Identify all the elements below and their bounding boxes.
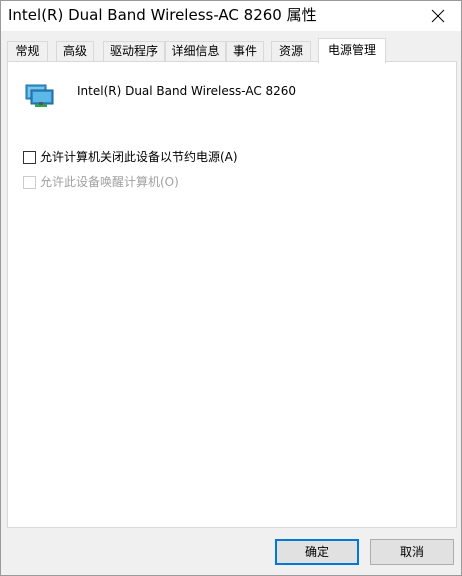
title-bar[interactable]: Intel(R) Dual Band Wireless-AC 8260 属性 [1, 1, 461, 31]
tab-driver[interactable]: 驱动程序 [103, 41, 165, 61]
close-button[interactable] [415, 1, 461, 31]
tab-events[interactable]: 事件 [226, 41, 264, 61]
allow-wake-label: 允许此设备唤醒计算机(O) [40, 175, 179, 189]
tab-advanced[interactable]: 高级 [56, 41, 94, 61]
allow-wake-checkbox [23, 176, 36, 189]
tab-details[interactable]: 详细信息 [165, 41, 226, 61]
allow-power-off-label[interactable]: 允许计算机关闭此设备以节约电源(A) [40, 149, 238, 165]
ok-button[interactable]: 确定 [275, 539, 359, 565]
power-management-panel: Intel(R) Dual Band Wireless-AC 8260 允许计算… [7, 61, 457, 528]
tab-strip: 常规 高级 驱动程序 详细信息 事件 资源 电源管理 [7, 38, 457, 63]
close-icon [431, 9, 445, 23]
tab-general[interactable]: 常规 [7, 41, 48, 61]
network-adapter-icon [25, 83, 55, 112]
device-name: Intel(R) Dual Band Wireless-AC 8260 [77, 84, 297, 98]
window-title: Intel(R) Dual Band Wireless-AC 8260 属性 [8, 6, 317, 24]
allow-power-off-checkbox[interactable] [23, 151, 36, 164]
cancel-button[interactable]: 取消 [370, 539, 454, 565]
properties-dialog: Intel(R) Dual Band Wireless-AC 8260 属性 常… [0, 0, 462, 576]
tab-power-management[interactable]: 电源管理 [318, 38, 386, 63]
tab-resources[interactable]: 资源 [271, 41, 311, 61]
